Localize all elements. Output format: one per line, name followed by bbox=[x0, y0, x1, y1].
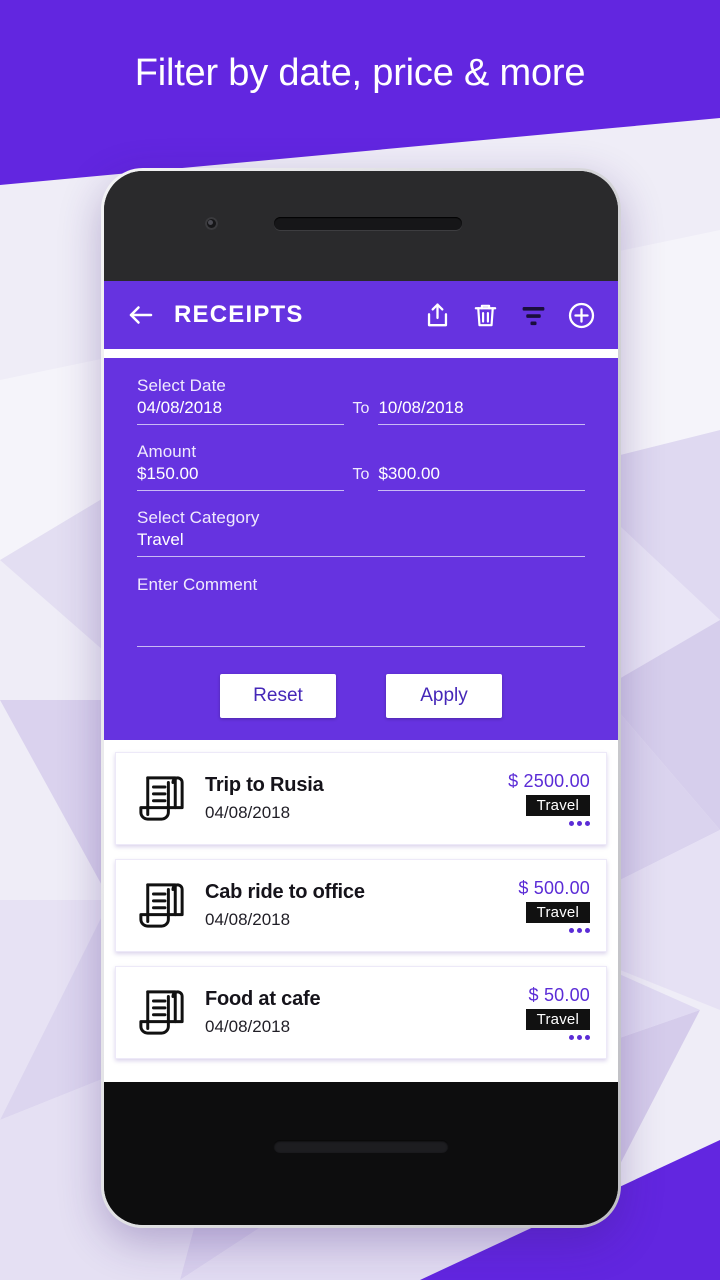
phone-top-bezel bbox=[104, 171, 618, 281]
receipt-meta: $ 500.00 Travel bbox=[518, 878, 590, 933]
receipt-title: Trip to Rusia bbox=[205, 773, 324, 796]
app-bar-divider bbox=[104, 349, 618, 358]
filter-actions: Reset Apply bbox=[137, 665, 585, 718]
arrow-left-icon[interactable] bbox=[126, 300, 156, 330]
receipt-amount: $ 50.00 bbox=[528, 985, 590, 1005]
receipt-title: Cab ride to office bbox=[205, 880, 365, 903]
date-to-value[interactable]: 10/08/2018 bbox=[378, 398, 585, 425]
apply-button[interactable]: Apply bbox=[386, 674, 502, 718]
filter-panel: Select Date 04/08/2018 To 10/08/2018 Amo… bbox=[104, 358, 618, 740]
table-row[interactable]: Food at cafe 04/08/2018 $ 50.00 Travel bbox=[115, 966, 607, 1059]
receipt-date: 04/08/2018 bbox=[205, 1016, 291, 1036]
reset-button[interactable]: Reset bbox=[220, 674, 336, 718]
more-options-icon[interactable] bbox=[569, 1035, 590, 1040]
receipts-list: Trip to Rusia 04/08/2018 $ 2500.00 Trave… bbox=[104, 740, 618, 1059]
receipt-title: Food at cafe bbox=[205, 987, 321, 1010]
date-to-field[interactable]: 10/08/2018 bbox=[378, 398, 585, 425]
add-icon[interactable] bbox=[567, 301, 596, 330]
status-badge: Travel bbox=[525, 1009, 590, 1030]
amount-from-value[interactable]: $150.00 bbox=[137, 464, 344, 491]
promo-stage: Filter by date, price & more RECEIPTS Se… bbox=[0, 0, 720, 1280]
receipt-info: Cab ride to office 04/08/2018 bbox=[205, 879, 518, 933]
receipt-info: Food at cafe 04/08/2018 bbox=[205, 986, 526, 1040]
share-icon[interactable] bbox=[423, 301, 452, 330]
receipt-amount: $ 500.00 bbox=[518, 878, 590, 898]
date-filter-group: Select Date 04/08/2018 To 10/08/2018 bbox=[137, 376, 585, 425]
receipt-scroll-icon bbox=[139, 883, 184, 928]
status-badge: Travel bbox=[525, 795, 590, 816]
bottom-speaker-icon bbox=[273, 1140, 449, 1153]
receipt-meta: $ 50.00 Travel bbox=[525, 985, 590, 1040]
category-value[interactable]: Travel bbox=[137, 530, 585, 557]
date-from-value[interactable]: 04/08/2018 bbox=[137, 398, 344, 425]
amount-range-separator: To bbox=[352, 466, 370, 483]
amount-to-field[interactable]: $300.00 bbox=[378, 464, 585, 491]
comment-value[interactable] bbox=[137, 601, 585, 647]
phone-bottom-bezel bbox=[104, 1082, 618, 1225]
receipt-info: Trip to Rusia 04/08/2018 bbox=[205, 772, 508, 826]
category-filter-group: Select Category Travel bbox=[137, 508, 585, 557]
amount-from-field[interactable]: $150.00 bbox=[137, 464, 344, 491]
comment-filter-label: Enter Comment bbox=[137, 575, 258, 594]
receipt-meta: $ 2500.00 Travel bbox=[508, 771, 590, 826]
phone-body: RECEIPTS Select Date 04/08/2018 To 10/08… bbox=[104, 171, 618, 1225]
delete-icon[interactable] bbox=[471, 301, 500, 330]
app-bar-actions bbox=[423, 301, 596, 330]
comment-filter-group: Enter Comment bbox=[137, 575, 585, 647]
receipt-date: 04/08/2018 bbox=[205, 909, 291, 929]
receipt-date: 04/08/2018 bbox=[205, 802, 291, 822]
amount-filter-group: Amount $150.00 To $300.00 bbox=[137, 442, 585, 491]
phone-mockup: RECEIPTS Select Date 04/08/2018 To 10/08… bbox=[101, 168, 621, 1228]
receipt-scroll-icon bbox=[139, 990, 184, 1035]
table-row[interactable]: Trip to Rusia 04/08/2018 $ 2500.00 Trave… bbox=[115, 752, 607, 845]
more-options-icon[interactable] bbox=[569, 928, 590, 933]
promo-headline: Filter by date, price & more bbox=[134, 52, 586, 94]
app-bar: RECEIPTS bbox=[104, 281, 618, 349]
date-from-field[interactable]: 04/08/2018 bbox=[137, 398, 344, 425]
earpiece-speaker-icon bbox=[274, 217, 462, 230]
date-filter-label: Select Date bbox=[137, 376, 226, 395]
status-badge: Travel bbox=[525, 902, 590, 923]
page-title: RECEIPTS bbox=[174, 301, 304, 328]
table-row[interactable]: Cab ride to office 04/08/2018 $ 500.00 T… bbox=[115, 859, 607, 952]
receipt-amount: $ 2500.00 bbox=[508, 771, 590, 791]
more-options-icon[interactable] bbox=[569, 821, 590, 826]
amount-range-row: $150.00 To $300.00 bbox=[137, 464, 585, 491]
front-camera-icon bbox=[205, 217, 218, 230]
amount-filter-label: Amount bbox=[137, 442, 197, 461]
amount-to-value[interactable]: $300.00 bbox=[378, 464, 585, 491]
category-filter-label: Select Category bbox=[137, 508, 260, 527]
date-range-separator: To bbox=[352, 400, 370, 417]
receipt-scroll-icon bbox=[139, 776, 184, 821]
date-range-row: 04/08/2018 To 10/08/2018 bbox=[137, 398, 585, 425]
phone-screen: RECEIPTS Select Date 04/08/2018 To 10/08… bbox=[104, 281, 618, 1082]
filter-icon[interactable] bbox=[519, 301, 548, 330]
